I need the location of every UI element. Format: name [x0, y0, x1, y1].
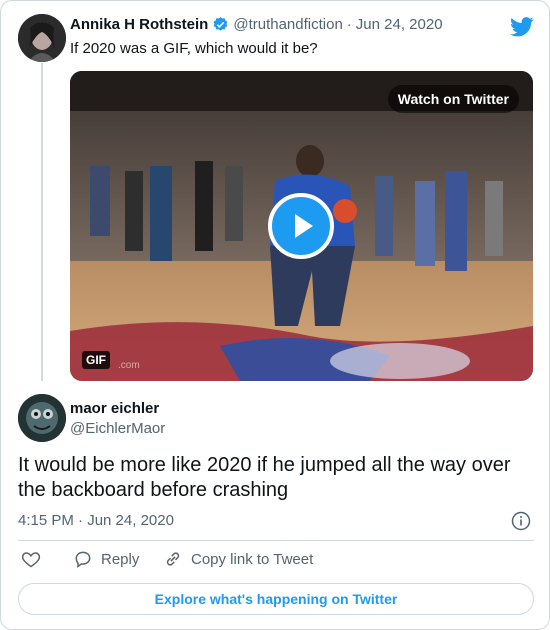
copy-link-label: Copy link to Tweet — [191, 550, 314, 568]
twitter-bird-icon[interactable] — [510, 17, 534, 37]
like-button[interactable] — [21, 549, 41, 569]
original-author-handle[interactable]: @truthandfiction — [233, 16, 342, 33]
heart-icon — [21, 549, 41, 569]
explore-label: Explore what's happening on Twitter — [154, 591, 398, 607]
actions-divider — [18, 540, 534, 541]
verified-badge-icon — [212, 16, 229, 33]
reply-button[interactable]: Reply — [73, 549, 139, 569]
reply-label: Reply — [101, 550, 140, 568]
header-separator: · — [346, 16, 352, 33]
original-author-avatar[interactable] — [18, 14, 66, 62]
reply-author-avatar[interactable] — [18, 394, 66, 442]
reply-author-handle[interactable]: @EichlerMaor — [70, 420, 165, 437]
info-icon[interactable] — [511, 511, 531, 531]
gif-watermark: .com — [118, 360, 140, 371]
tweet-card: Annika H Rothstein @truthandfiction · Ju… — [0, 0, 550, 630]
original-date[interactable]: Jun 24, 2020 — [356, 16, 443, 33]
gif-badge: GIF — [82, 351, 110, 369]
play-icon[interactable] — [268, 193, 334, 259]
reply-author-name[interactable]: maor eichler — [70, 400, 159, 417]
original-tweet-text: If 2020 was a GIF, which would it be? — [70, 40, 318, 57]
copy-link-button[interactable]: Copy link to Tweet — [163, 549, 313, 569]
gif-media[interactable]: Watch on Twitter GIF .com — [70, 71, 533, 381]
reply-tweet-text: It would be more like 2020 if he jumped … — [18, 454, 511, 501]
link-icon — [163, 549, 183, 569]
explore-twitter-button[interactable]: Explore what's happening on Twitter — [18, 583, 534, 615]
watch-on-twitter-button[interactable]: Watch on Twitter — [387, 85, 519, 113]
original-author-name[interactable]: Annika H Rothstein — [70, 16, 208, 33]
original-header: Annika H Rothstein @truthandfiction · Ju… — [70, 16, 443, 33]
reply-icon — [73, 549, 93, 569]
reply-timestamp[interactable]: 4:15 PM · Jun 24, 2020 — [18, 512, 174, 529]
thread-connector-line — [41, 63, 43, 381]
